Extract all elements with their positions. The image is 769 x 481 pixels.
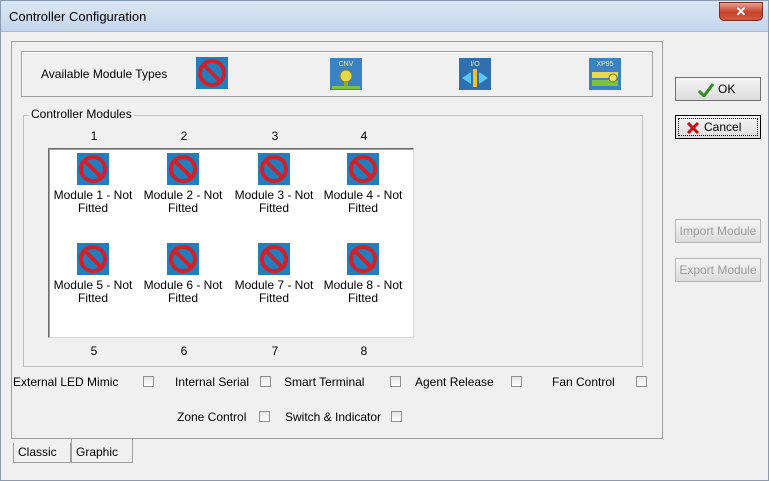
close-icon: ✕: [735, 4, 747, 19]
module-label-line1: Module 4 - Not: [323, 188, 403, 202]
agent-release-checkbox[interactable]: [511, 376, 522, 387]
module-label-line2: Fitted: [347, 201, 378, 215]
window-title: Controller Configuration: [9, 9, 147, 24]
module-label-line1: Module 1 - Not: [53, 188, 133, 202]
external-led-mimic-checkbox[interactable]: [143, 376, 154, 387]
module-label-line2: Fitted: [258, 201, 289, 215]
column-number-4: 4: [360, 129, 368, 143]
ok-button-label: OK: [718, 82, 736, 96]
module-label-line1: Module 6 - Not: [143, 278, 223, 292]
cnv-module-icon[interactable]: CNV: [330, 58, 362, 90]
io-module-icon[interactable]: I/O: [459, 58, 491, 90]
not-fitted-icon: [347, 153, 379, 185]
svg-text:CNV: CNV: [339, 61, 354, 68]
not-fitted-icon: [167, 243, 199, 275]
cancel-x-icon: [686, 121, 700, 135]
module-label-line2: Fitted: [77, 201, 108, 215]
ok-button[interactable]: OK: [675, 77, 761, 101]
not-fitted-icon: [167, 153, 199, 185]
switch-indicator-label: Switch & Indicator: [285, 410, 382, 424]
column-number-6: 6: [180, 344, 188, 358]
cancel-button[interactable]: Cancel: [675, 115, 761, 139]
svg-text:I/O: I/O: [470, 61, 480, 68]
module-label-line1: Module 8 - Not: [323, 278, 403, 292]
internal-serial-label: Internal Serial: [175, 375, 250, 389]
module-slot-7[interactable]: Module 7 - Not Fitted: [230, 243, 318, 305]
module-label-line1: Module 2 - Not: [143, 188, 223, 202]
export-module-button[interactable]: Export Module: [675, 258, 761, 282]
smart-terminal-checkbox[interactable]: [390, 376, 401, 387]
column-number-8: 8: [360, 344, 368, 358]
agent-release-label: Agent Release: [415, 375, 494, 389]
module-slot-1[interactable]: Module 1 - Not Fitted: [49, 153, 137, 215]
module-slot-2[interactable]: Module 2 - Not Fitted: [139, 153, 227, 215]
tab-graphic-label: Graphic: [76, 445, 119, 459]
close-button[interactable]: ✕: [719, 2, 763, 21]
zone-control-label: Zone Control: [177, 410, 247, 424]
module-slot-3[interactable]: Module 3 - Not Fitted: [230, 153, 318, 215]
tab-classic[interactable]: Classic: [13, 443, 71, 463]
module-label-line2: Fitted: [167, 291, 198, 305]
not-fitted-icon: [258, 243, 290, 275]
cancel-button-label: Cancel: [704, 120, 742, 134]
module-label-line2: Fitted: [77, 291, 108, 305]
not-fitted-icon: [347, 243, 379, 275]
xp95-module-icon[interactable]: XP95: [589, 58, 621, 90]
controller-configuration-window: Controller Configuration ✕ Available Mod…: [0, 0, 769, 481]
column-number-3: 3: [271, 129, 279, 143]
available-module-types-label: Available Module Types: [41, 67, 168, 81]
not-fitted-icon: [77, 243, 109, 275]
zone-control-checkbox[interactable]: [259, 411, 270, 422]
not-fitted-icon[interactable]: [196, 57, 228, 89]
module-label-line1: Module 5 - Not: [53, 278, 133, 292]
module-label-line2: Fitted: [167, 201, 198, 215]
column-number-2: 2: [180, 129, 188, 143]
module-label-line2: Fitted: [258, 291, 289, 305]
tab-classic-label: Classic: [18, 445, 57, 459]
column-number-7: 7: [271, 344, 279, 358]
module-slot-5[interactable]: Module 5 - Not Fitted: [49, 243, 137, 305]
column-number-1: 1: [90, 129, 98, 143]
title-bar[interactable]: Controller Configuration ✕: [1, 1, 768, 32]
module-slot-4[interactable]: Module 4 - Not Fitted: [319, 153, 407, 215]
tab-graphic[interactable]: Graphic: [71, 439, 133, 463]
module-label-line2: Fitted: [347, 291, 378, 305]
controller-modules-label: Controller Modules: [29, 107, 134, 121]
checkmark-icon: [698, 83, 714, 97]
external-led-mimic-label: External LED Mimic: [13, 375, 119, 389]
smart-terminal-label: Smart Terminal: [284, 375, 365, 389]
import-module-button[interactable]: Import Module: [675, 219, 761, 243]
switch-indicator-checkbox[interactable]: [391, 411, 402, 422]
module-label-line1: Module 3 - Not: [234, 188, 314, 202]
svg-text:XP95: XP95: [596, 61, 613, 68]
column-number-5: 5: [90, 344, 98, 358]
fan-control-label: Fan Control: [552, 375, 615, 389]
fan-control-checkbox[interactable]: [636, 376, 647, 387]
not-fitted-icon: [77, 153, 109, 185]
not-fitted-icon: [258, 153, 290, 185]
module-slot-8[interactable]: Module 8 - Not Fitted: [319, 243, 407, 305]
module-label-line1: Module 7 - Not: [234, 278, 314, 292]
module-slot-6[interactable]: Module 6 - Not Fitted: [139, 243, 227, 305]
internal-serial-checkbox[interactable]: [260, 376, 271, 387]
